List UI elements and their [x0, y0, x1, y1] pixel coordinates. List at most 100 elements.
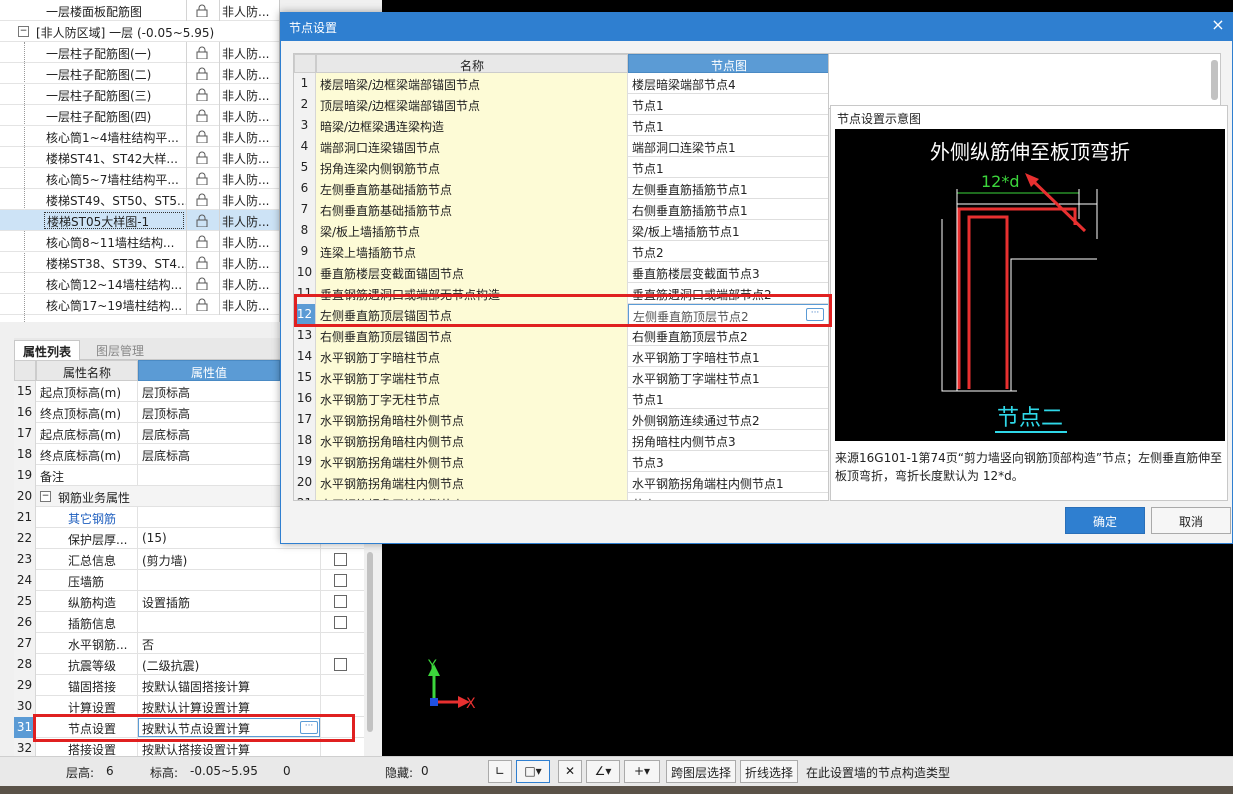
- cross-layer-select-button[interactable]: 跨图层选择: [666, 760, 736, 783]
- node-diagram-value[interactable]: 楼层暗梁端部节点4: [628, 73, 828, 94]
- tree-item[interactable]: 一层柱子配筋图(一) 非人防...: [0, 42, 279, 63]
- tree-item[interactable]: 一层柱子配筋图(四) 非人防...: [0, 105, 279, 126]
- tab-property-list[interactable]: 属性列表: [14, 340, 81, 360]
- node-diagram-value[interactable]: 外侧钢筋连续通过节点2: [628, 409, 828, 430]
- cad-canvas[interactable]: Y X: [382, 544, 1233, 756]
- node-row[interactable]: 1 楼层暗梁/边框梁端部锚固节点 楼层暗梁端部节点4: [294, 73, 828, 94]
- property-scrollbar[interactable]: [364, 544, 376, 756]
- node-diagram-value[interactable]: 水平钢筋丁字端柱节点1: [628, 367, 828, 388]
- tree-item[interactable]: 一层楼面板配筋图 非人防...: [0, 0, 279, 21]
- tree-item[interactable]: 楼梯ST41、ST42大样... 非人防...: [0, 147, 279, 168]
- property-row[interactable]: 24 压墙筋: [14, 570, 375, 591]
- property-row[interactable]: 27 水平钢筋... 否: [14, 633, 375, 654]
- lock-icon[interactable]: [196, 67, 208, 81]
- collapse-icon[interactable]: −: [40, 491, 51, 502]
- node-row[interactable]: 6 左侧垂直筋基础插筋节点 左侧垂直筋插筋节点1: [294, 178, 828, 199]
- property-value[interactable]: 设置插筋: [142, 594, 312, 611]
- node-row[interactable]: 13 右侧垂直筋顶层锚固节点 右侧垂直筋顶层节点2: [294, 325, 828, 346]
- node-diagram-value[interactable]: 水平钢筋拐角端柱内侧节点1: [628, 472, 828, 493]
- scroll-thumb[interactable]: [367, 552, 373, 732]
- node-row[interactable]: 16 水平钢筋丁字无柱节点 节点1: [294, 388, 828, 409]
- property-row[interactable]: 29 锚固搭接 按默认锚固搭接计算: [14, 675, 375, 696]
- tree-item[interactable]: 楼梯ST38、ST39、ST4... 非人防...: [0, 252, 279, 273]
- node-diagram-value[interactable]: 节点1: [628, 493, 828, 500]
- property-value[interactable]: (二级抗震): [142, 657, 312, 674]
- node-row[interactable]: 7 右侧垂直筋基础插筋节点 右侧垂直筋插筋节点1: [294, 199, 828, 220]
- property-value[interactable]: 按默认锚固搭接计算: [142, 678, 312, 695]
- node-diagram-value[interactable]: 节点1: [628, 115, 828, 136]
- lock-icon[interactable]: [196, 46, 208, 60]
- property-row[interactable]: 25 纵筋构造 设置插筋: [14, 591, 375, 612]
- lock-icon[interactable]: [196, 4, 208, 18]
- insert-point-icon[interactable]: +▾: [624, 760, 660, 783]
- ortho-icon[interactable]: ∟: [488, 760, 512, 783]
- tree-item[interactable]: 核心筒1~4墙柱结构平... 非人防...: [0, 126, 279, 147]
- lock-icon[interactable]: [196, 214, 208, 228]
- property-row[interactable]: 26 插筋信息: [14, 612, 375, 633]
- tree-item[interactable]: 核心筒8~11墙柱结构... 非人防...: [0, 231, 279, 252]
- angle-icon[interactable]: ∠▾: [586, 760, 620, 783]
- cancel-button[interactable]: 取消: [1151, 507, 1231, 534]
- property-checkbox[interactable]: [334, 616, 347, 629]
- lock-icon[interactable]: [196, 277, 208, 291]
- node-diagram-value[interactable]: 节点2: [628, 241, 828, 262]
- node-row[interactable]: 15 水平钢筋丁字端柱节点 水平钢筋丁字端柱节点1: [294, 367, 828, 388]
- node-diagram-value[interactable]: 右侧垂直筋插筋节点1: [628, 199, 828, 220]
- node-row[interactable]: 3 暗梁/边框梁遇连梁构造 节点1: [294, 115, 828, 136]
- snap-select-icon[interactable]: □▾: [516, 760, 550, 783]
- tree-item[interactable]: 核心筒5~7墙柱结构平... 非人防...: [0, 168, 279, 189]
- ok-button[interactable]: 确定: [1065, 507, 1145, 534]
- property-checkbox[interactable]: [334, 574, 347, 587]
- tree-item[interactable]: 楼梯ST05大样图-1 非人防...: [0, 210, 279, 231]
- property-row[interactable]: 23 汇总信息 (剪力墙): [14, 549, 375, 570]
- grid-scrollbar[interactable]: [1211, 60, 1218, 100]
- node-row[interactable]: 17 水平钢筋拐角暗柱外侧节点 外侧钢筋连续通过节点2: [294, 409, 828, 430]
- lock-icon[interactable]: [196, 88, 208, 102]
- tab-layer-manager[interactable]: 图层管理: [88, 340, 152, 360]
- dialog-titlebar[interactable]: 节点设置 ×: [281, 13, 1232, 41]
- tree-item[interactable]: 楼梯ST49、ST50、ST5... 非人防...: [0, 189, 279, 210]
- node-diagram-value[interactable]: 水平钢筋丁字暗柱节点1: [628, 346, 828, 367]
- cross-icon[interactable]: ✕: [558, 760, 582, 783]
- property-checkbox[interactable]: [334, 553, 347, 566]
- node-row[interactable]: 14 水平钢筋丁字暗柱节点 水平钢筋丁字暗柱节点1: [294, 346, 828, 367]
- tree-item[interactable]: 核心筒12~14墙柱结构... 非人防...: [0, 273, 279, 294]
- lock-icon[interactable]: [196, 256, 208, 270]
- node-diagram-value[interactable]: 梁/板上墙插筋节点1: [628, 220, 828, 241]
- lock-icon[interactable]: [196, 109, 208, 123]
- property-value[interactable]: 按默认搭接设置计算: [142, 741, 312, 756]
- property-value[interactable]: 否: [142, 636, 312, 653]
- node-row[interactable]: 21水平钢筋拐角无柱外侧节点节点1: [294, 493, 828, 500]
- node-diagram-value[interactable]: 右侧垂直筋顶层节点2: [628, 325, 828, 346]
- property-checkbox[interactable]: [334, 658, 347, 671]
- property-checkbox[interactable]: [334, 595, 347, 608]
- node-diagram-value[interactable]: 端部洞口连梁节点1: [628, 136, 828, 157]
- node-diagram-value[interactable]: 节点1: [628, 157, 828, 178]
- node-diagram-value[interactable]: 左侧垂直筋插筋节点1: [628, 178, 828, 199]
- node-row[interactable]: 20 水平钢筋拐角端柱内侧节点 水平钢筋拐角端柱内侧节点1: [294, 472, 828, 493]
- polyline-select-button[interactable]: 折线选择: [740, 760, 798, 783]
- node-row[interactable]: 19 水平钢筋拐角端柱外侧节点 节点3: [294, 451, 828, 472]
- node-diagram-value[interactable]: 拐角暗柱内侧节点3: [628, 430, 828, 451]
- node-diagram-value[interactable]: 节点1: [628, 388, 828, 409]
- node-row[interactable]: 5 拐角连梁内侧钢筋节点 节点1: [294, 157, 828, 178]
- lock-icon[interactable]: [196, 193, 208, 207]
- node-row[interactable]: 18 水平钢筋拐角暗柱内侧节点 拐角暗柱内侧节点3: [294, 430, 828, 451]
- tree-item[interactable]: 核心筒17~19墙柱结构... 非人防...: [0, 294, 279, 315]
- lock-icon[interactable]: [196, 172, 208, 186]
- node-row[interactable]: 8 梁/板上墙插筋节点 梁/板上墙插筋节点1: [294, 220, 828, 241]
- node-diagram-value[interactable]: 垂直筋楼层变截面节点3: [628, 262, 828, 283]
- tree-item[interactable]: 一层柱子配筋图(三) 非人防...: [0, 84, 279, 105]
- node-diagram-value[interactable]: 节点3: [628, 451, 828, 472]
- lock-icon[interactable]: [196, 151, 208, 165]
- property-value[interactable]: (剪力墙): [142, 552, 312, 569]
- property-row[interactable]: 28 抗震等级 (二级抗震): [14, 654, 375, 675]
- tree-group[interactable]: − [非人防区域] 一层 (-0.05~5.95): [0, 21, 279, 42]
- node-row[interactable]: 2 顶层暗梁/边框梁端部锚固节点 节点1: [294, 94, 828, 115]
- node-row[interactable]: 9 连梁上墙插筋节点 节点2: [294, 241, 828, 262]
- node-row[interactable]: 4 端部洞口连梁锚固节点 端部洞口连梁节点1: [294, 136, 828, 157]
- cad-canvas-top[interactable]: [382, 0, 1233, 12]
- node-row[interactable]: 10 垂直筋楼层变截面锚固节点 垂直筋楼层变截面节点3: [294, 262, 828, 283]
- collapse-icon[interactable]: −: [18, 26, 29, 37]
- tree-item[interactable]: 一层柱子配筋图(二) 非人防...: [0, 63, 279, 84]
